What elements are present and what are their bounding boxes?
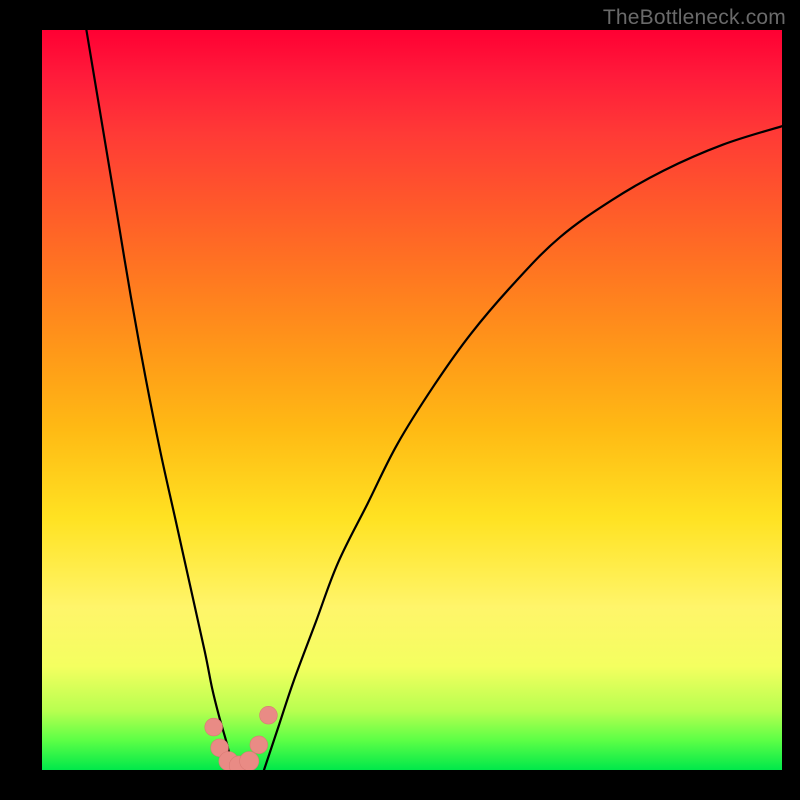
trough-marker-4 xyxy=(240,752,259,771)
trough-marker-6 xyxy=(260,706,278,724)
chart-frame: TheBottleneck.com xyxy=(0,0,800,800)
right-branch-curve xyxy=(264,126,782,770)
curve-layer xyxy=(42,30,782,770)
plot-area xyxy=(42,30,782,770)
watermark-text: TheBottleneck.com xyxy=(603,6,786,30)
trough-marker-0 xyxy=(205,718,223,736)
left-branch-curve xyxy=(86,30,233,770)
trough-marker-5 xyxy=(250,736,268,754)
